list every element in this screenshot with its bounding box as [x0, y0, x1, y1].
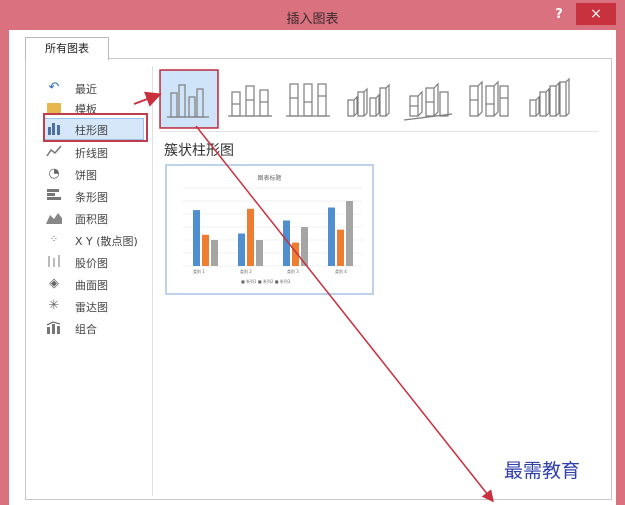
window-title: 插入图表	[286, 12, 339, 27]
sidebar-item-stock[interactable]: 股价图	[35, 252, 145, 272]
3d-column-icon	[529, 77, 570, 117]
separator-line	[160, 131, 598, 132]
chart-preview[interactable]: 图表标题 类别 1 类别 2 类别 3 类别 4 ■ 系列1 ■ 系列2 ■ 系…	[165, 164, 374, 295]
sidebar-item-scatter[interactable]: ⁘ X Y (散点图)	[35, 230, 145, 250]
sidebar-item-pie[interactable]: ◔ 饼图	[35, 164, 145, 184]
scatter-chart-icon: ⁘	[49, 234, 59, 245]
3d-column-button[interactable]	[520, 70, 576, 126]
100-stacked-column-icon	[286, 83, 330, 117]
preview-x-label: 类别 2	[240, 269, 252, 274]
bar	[346, 201, 353, 266]
pie-chart-icon: ◔	[48, 166, 60, 181]
chart-subtype-strip	[160, 70, 600, 132]
close-button[interactable]: ×	[576, 3, 616, 25]
combo-chart-icon	[45, 320, 63, 336]
radar-chart-icon: ✳	[48, 298, 60, 313]
bar	[202, 234, 209, 266]
preview-x-label: 类别 3	[287, 269, 299, 274]
sidebar-item-line[interactable]: 折线图	[35, 142, 145, 162]
surface-chart-icon: ◈	[49, 276, 59, 291]
bar	[256, 240, 263, 266]
sidebar-item-label: 折线图	[75, 147, 108, 160]
3d-stacked-column-button[interactable]	[400, 70, 456, 126]
sidebar-item-label: 最近	[75, 83, 97, 96]
bar	[328, 207, 335, 266]
bar	[292, 242, 299, 266]
sidebar-item-label: 股价图	[75, 257, 108, 270]
bar	[211, 240, 218, 266]
chart-subtype-title: 簇状柱形图	[164, 143, 234, 159]
sidebar-item-recent[interactable]: ↶ 最近	[35, 78, 145, 98]
stacked-column-icon	[228, 85, 272, 117]
highlight-box	[43, 113, 148, 142]
sidebar-item-label: 条形图	[75, 191, 108, 204]
preview-x-label: 类别 1	[193, 269, 205, 274]
bar	[238, 233, 245, 266]
sidebar-item-label: X Y (散点图)	[75, 235, 138, 248]
preview-x-label: 类别 4	[335, 269, 347, 274]
percent-stacked-column-button[interactable]	[280, 70, 336, 126]
sidebar-item-label: 曲面图	[75, 279, 108, 292]
3d-clustered-column-button[interactable]	[340, 70, 396, 126]
sidebar-item-label: 组合	[75, 323, 97, 336]
undo-icon: ↶	[48, 80, 60, 95]
3d-stacked-column-icon	[403, 82, 453, 121]
3d-percent-stacked-column-button[interactable]	[460, 70, 516, 126]
sidebar-item-label: 雷达图	[75, 301, 108, 314]
bar	[337, 229, 344, 266]
stock-chart-icon	[45, 254, 63, 270]
sidebar-item-area[interactable]: 面积图	[35, 208, 145, 228]
watermark: 最需教育	[504, 460, 581, 482]
sidebar-item-combo[interactable]: 组合	[35, 318, 145, 338]
line-chart-icon	[45, 144, 63, 160]
bar-chart-icon	[45, 188, 63, 204]
stacked-column-button[interactable]	[222, 70, 278, 126]
bar	[301, 227, 308, 266]
3d-clustered-column-icon	[347, 83, 390, 117]
bar	[247, 208, 254, 266]
sidebar-item-bar[interactable]: 条形图	[35, 186, 145, 206]
3d-100-stacked-column-icon	[469, 80, 509, 117]
divider	[152, 66, 153, 496]
sidebar-item-radar[interactable]: ✳ 雷达图	[35, 296, 145, 316]
area-chart-icon	[45, 210, 63, 226]
title-bar: 插入图表 ? ×	[0, 0, 625, 32]
sidebar-item-label: 面积图	[75, 213, 108, 226]
clustered-column-icon	[167, 84, 209, 118]
bar	[283, 220, 290, 266]
preview-legend: ■ 系列1 ■ 系列2 ■ 系列3	[241, 279, 291, 284]
clustered-column-button[interactable]	[160, 70, 218, 128]
sidebar-item-label: 饼图	[75, 169, 97, 182]
help-button[interactable]: ?	[548, 5, 570, 25]
sidebar-item-surface[interactable]: ◈ 曲面图	[35, 274, 145, 294]
tab-all-charts[interactable]: 所有图表	[25, 37, 109, 60]
bar	[193, 210, 200, 266]
